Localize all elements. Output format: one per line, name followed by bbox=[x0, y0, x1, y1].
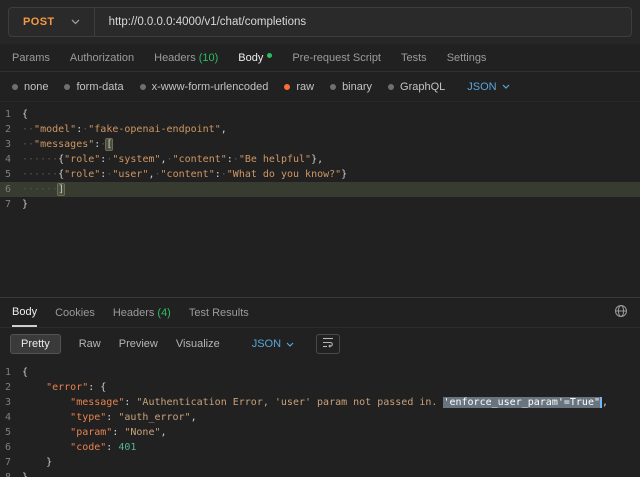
response-tabs: Body Cookies Headers(4) Test Results bbox=[0, 298, 640, 328]
code-line: 3 "message": "Authentication Error, 'use… bbox=[0, 395, 640, 410]
view-visualize-button[interactable]: Visualize bbox=[176, 338, 220, 350]
code-line: 5······{"role":·"user",·"content":·"What… bbox=[0, 167, 640, 182]
line-number: 4 bbox=[0, 410, 22, 425]
line-number: 2 bbox=[0, 122, 22, 137]
code-line: 1{ bbox=[0, 107, 640, 122]
view-pretty-button[interactable]: Pretty bbox=[10, 334, 61, 354]
code-line: 8} bbox=[0, 470, 640, 477]
line-number: 6 bbox=[0, 182, 22, 197]
body-type-row: none form-data x-www-form-urlencoded raw… bbox=[0, 72, 640, 102]
response-section: Body Cookies Headers(4) Test Results Pre… bbox=[0, 297, 640, 477]
radio-none[interactable]: none bbox=[12, 81, 48, 93]
wrap-text-button[interactable] bbox=[316, 334, 340, 354]
tab-headers[interactable]: Headers(10) bbox=[154, 52, 218, 64]
view-raw-button[interactable]: Raw bbox=[79, 338, 101, 350]
line-number: 3 bbox=[0, 395, 22, 410]
raw-format-dropdown[interactable]: JSON bbox=[467, 81, 509, 93]
view-preview-button[interactable]: Preview bbox=[119, 338, 158, 350]
line-number: 5 bbox=[0, 425, 22, 440]
request-tabs: Params Authorization Headers(10) Body Pr… bbox=[0, 44, 640, 72]
tab-params[interactable]: Params bbox=[12, 52, 50, 64]
code-line: 7 } bbox=[0, 455, 640, 470]
response-tab-cookies[interactable]: Cookies bbox=[55, 298, 95, 327]
code-line: 6 "code": 401 bbox=[0, 440, 640, 455]
radio-circle-selected bbox=[284, 84, 290, 90]
radio-graphql[interactable]: GraphQL bbox=[388, 81, 445, 93]
tab-authorization[interactable]: Authorization bbox=[70, 52, 134, 64]
radio-circle bbox=[140, 84, 146, 90]
response-format-dropdown[interactable]: JSON bbox=[252, 338, 294, 350]
body-content-dot bbox=[267, 53, 272, 58]
radio-form-data[interactable]: form-data bbox=[64, 81, 123, 93]
radio-circle bbox=[388, 84, 394, 90]
line-number: 5 bbox=[0, 167, 22, 182]
headers-count: (10) bbox=[199, 52, 219, 64]
code-line: 1{ bbox=[0, 365, 640, 380]
code-line: 2 "error": { bbox=[0, 380, 640, 395]
line-number: 7 bbox=[0, 455, 22, 470]
radio-binary[interactable]: binary bbox=[330, 81, 372, 93]
response-tab-body[interactable]: Body bbox=[12, 298, 37, 327]
line-number: 6 bbox=[0, 440, 22, 455]
globe-icon[interactable] bbox=[614, 304, 628, 321]
line-number: 4 bbox=[0, 152, 22, 167]
line-number: 7 bbox=[0, 197, 22, 212]
code-line: 3··"messages":·[ bbox=[0, 137, 640, 152]
tab-prerequest-script[interactable]: Pre-request Script bbox=[292, 52, 381, 64]
chevron-down-icon bbox=[286, 342, 294, 347]
line-number: 1 bbox=[0, 365, 22, 380]
radio-raw[interactable]: raw bbox=[284, 81, 314, 93]
chevron-down-icon bbox=[71, 19, 80, 25]
code-line: 4 "type": "auth_error", bbox=[0, 410, 640, 425]
method-selector[interactable]: POST bbox=[9, 8, 94, 36]
line-number: 1 bbox=[0, 107, 22, 122]
url-bar: POST http://0.0.0.0:4000/v1/chat/complet… bbox=[8, 7, 632, 37]
code-line: 4······{"role":·"system",·"content":·"Be… bbox=[0, 152, 640, 167]
response-tab-headers[interactable]: Headers(4) bbox=[113, 298, 171, 327]
tab-settings[interactable]: Settings bbox=[447, 52, 487, 64]
code-line: 2··"model":·"fake-openai-endpoint", bbox=[0, 122, 640, 137]
request-body-editor[interactable]: 1{2··"model":·"fake-openai-endpoint",3··… bbox=[0, 102, 640, 297]
radio-x-www-form-urlencoded[interactable]: x-www-form-urlencoded bbox=[140, 81, 269, 93]
code-line: 5 "param": "None", bbox=[0, 425, 640, 440]
tab-body[interactable]: Body bbox=[238, 52, 272, 64]
response-tab-test-results[interactable]: Test Results bbox=[189, 298, 249, 327]
wrap-text-icon bbox=[322, 337, 334, 351]
response-body-viewer[interactable]: 1{2 "error": {3 "message": "Authenticati… bbox=[0, 360, 640, 477]
radio-circle bbox=[12, 84, 18, 90]
tab-tests[interactable]: Tests bbox=[401, 52, 427, 64]
request-url-bar-row: POST http://0.0.0.0:4000/v1/chat/complet… bbox=[0, 0, 640, 44]
code-line: 7} bbox=[0, 197, 640, 212]
radio-circle bbox=[330, 84, 336, 90]
line-number: 2 bbox=[0, 380, 22, 395]
code-line: 6······] bbox=[0, 182, 640, 197]
line-number: 8 bbox=[0, 470, 22, 477]
response-view-toolbar: Pretty Raw Preview Visualize JSON bbox=[0, 328, 640, 360]
chevron-down-icon bbox=[502, 84, 510, 89]
method-label: POST bbox=[23, 16, 55, 28]
line-number: 3 bbox=[0, 137, 22, 152]
url-input[interactable]: http://0.0.0.0:4000/v1/chat/completions bbox=[95, 8, 631, 36]
radio-circle bbox=[64, 84, 70, 90]
response-headers-count: (4) bbox=[157, 307, 170, 319]
